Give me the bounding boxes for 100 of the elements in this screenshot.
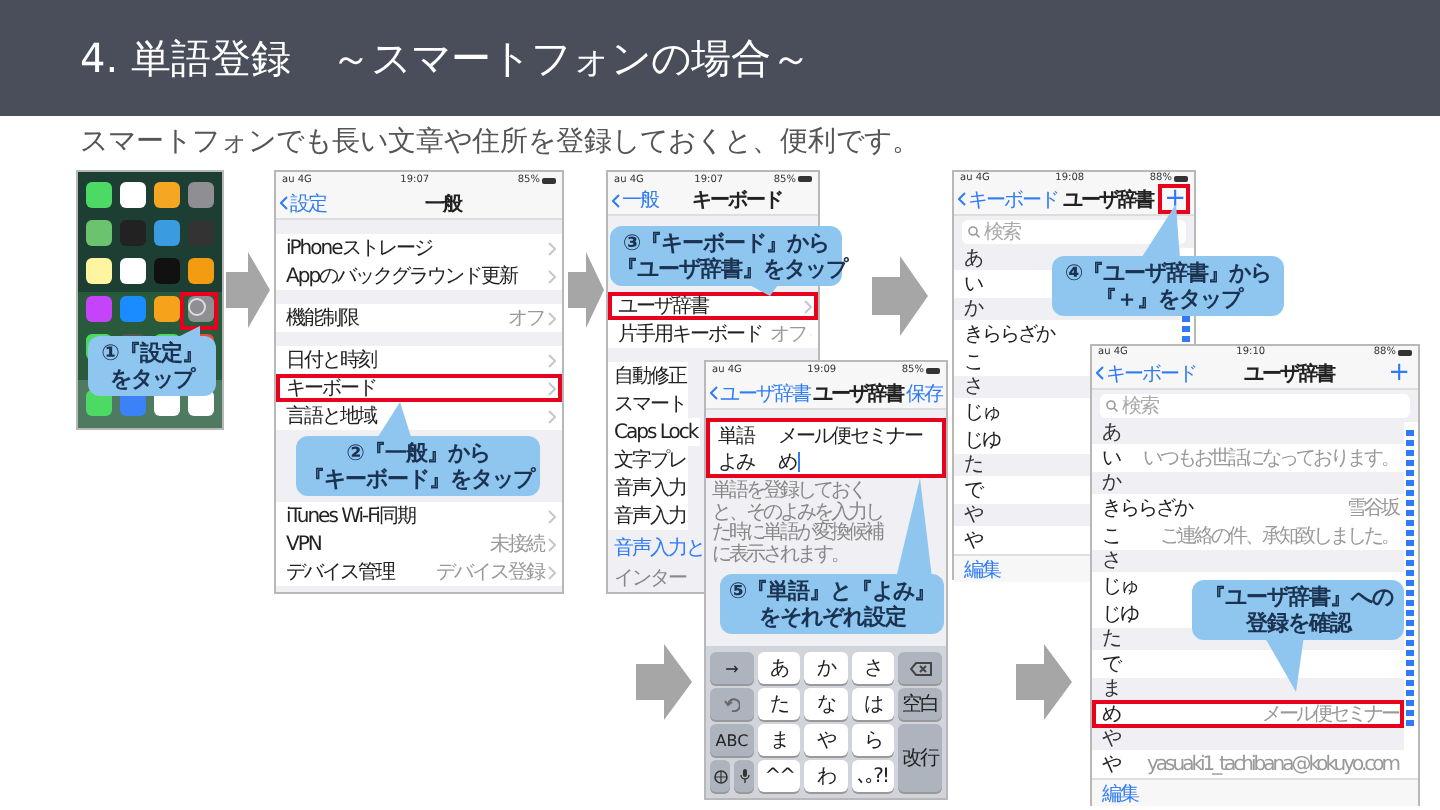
back-button[interactable]: 一般 <box>612 186 658 214</box>
key[interactable]: ^^ <box>758 760 801 792</box>
edit-button[interactable]: 編集 <box>964 555 1000 583</box>
row-label: 言語と地域 <box>286 403 376 430</box>
settings-row[interactable]: キーボード <box>276 374 562 402</box>
row-label: 片手用キーボード <box>618 321 762 348</box>
undo-icon <box>724 697 740 711</box>
battery-icon <box>1398 349 1412 355</box>
step-arrow <box>872 256 928 336</box>
slide-title: 4. 単語登録 ～スマートフォンの場合～ <box>80 31 811 85</box>
save-button[interactable]: 保存 <box>906 379 942 407</box>
battery-icon <box>542 177 556 183</box>
screen-title: 一般 <box>423 191 465 217</box>
step-arrow <box>568 252 604 328</box>
screen-title: ユーザ辞書 <box>1242 360 1338 387</box>
key[interactable]: ま <box>758 724 801 756</box>
globe-key[interactable] <box>710 760 730 792</box>
field-label: よみ <box>718 449 757 475</box>
settings-row[interactable]: 言語と地域 <box>276 402 562 430</box>
settings-row[interactable]: デバイス管理 デバイス登録 <box>276 558 562 586</box>
back-chevron-icon <box>710 386 718 400</box>
input-field[interactable]: め <box>778 447 800 475</box>
privacy-link[interactable]: 音声入力と <box>614 534 704 562</box>
add-button[interactable]: + <box>1382 358 1414 388</box>
row-label: iPhoneストレージ <box>286 236 432 262</box>
settings-row[interactable]: 日付と時刻 <box>276 346 562 374</box>
key[interactable]: や <box>804 724 848 756</box>
section-header: ま <box>1092 678 1404 700</box>
row-label: キーボード <box>286 376 376 402</box>
settings-row[interactable]: iPhoneストレージ <box>276 234 562 262</box>
entry-reading: や <box>964 528 982 554</box>
entry-word: メール便セミナー <box>1260 703 1398 725</box>
dictionary-entry[interactable]: め メール便セミナー <box>1092 700 1404 728</box>
key[interactable]: わ <box>804 760 848 792</box>
return-key[interactable]: 改行 <box>898 724 942 792</box>
screen-title: ユーザ辞書 <box>1061 186 1157 213</box>
callout-pointer <box>896 478 932 578</box>
back-chevron-icon <box>958 192 966 206</box>
entry-reading: こ <box>1102 524 1120 550</box>
battery-icon <box>798 176 812 182</box>
input-field[interactable]: メール便セミナー <box>778 421 922 449</box>
row-label: デバイス管理 <box>286 560 394 586</box>
settings-row[interactable]: Caps Lock <box>608 418 700 446</box>
key[interactable]: → <box>710 652 754 684</box>
back-button[interactable]: ユーザ辞書 <box>710 379 810 407</box>
entry-reading: じゅ <box>1102 574 1138 600</box>
footer-note: インター <box>614 566 686 592</box>
key[interactable]: ､｡?! <box>851 760 894 792</box>
settings-row[interactable]: 片手用キーボード オフ <box>608 320 818 348</box>
callout: ①『設定』 をタップ <box>88 336 216 396</box>
undo-key[interactable] <box>710 688 754 720</box>
settings-row[interactable]: Appのバックグラウンド更新 <box>276 262 562 290</box>
highlight-frame <box>180 292 218 330</box>
row-label: VPN <box>286 533 321 555</box>
row-label: ユーザ辞書 <box>618 293 708 320</box>
back-button[interactable]: 設定 <box>280 189 326 217</box>
key[interactable]: 空白 <box>898 688 942 720</box>
settings-row[interactable]: 機能制限 オフ <box>276 304 562 332</box>
section-header: さ <box>1092 550 1404 572</box>
add-button[interactable]: + <box>1158 184 1190 214</box>
key[interactable]: ABC <box>710 724 754 756</box>
key[interactable]: た <box>758 688 801 720</box>
back-chevron-icon <box>1096 366 1104 380</box>
row-label: 日付と時刻 <box>286 347 376 374</box>
key[interactable]: ら <box>851 724 894 756</box>
delete-key[interactable] <box>898 652 942 684</box>
row-label: 自動修正 <box>614 364 686 390</box>
chevron-icon <box>548 311 556 325</box>
key[interactable]: か <box>804 652 848 684</box>
battery-icon <box>1174 175 1188 181</box>
settings-row[interactable]: VPN 未接続 <box>276 530 562 558</box>
back-button[interactable]: キーボード <box>958 185 1058 213</box>
settings-row[interactable]: ユーザ辞書 <box>608 292 818 320</box>
row-label: 機能制限 <box>286 305 358 332</box>
key[interactable]: あ <box>758 652 801 684</box>
settings-row[interactable]: スマート <box>608 390 688 418</box>
settings-row[interactable]: 自動修正 <box>608 362 688 390</box>
globe-icon <box>713 769 727 783</box>
entry-reading: め <box>1102 702 1120 728</box>
microphone-icon <box>739 768 749 784</box>
entry-reading: じゅ <box>964 400 1000 426</box>
entry-word: yasuaki1_tachibana@kokuyo.com <box>1144 753 1398 775</box>
row-label: Appのバックグラウンド更新 <box>286 263 518 290</box>
key[interactable]: さ <box>851 652 894 684</box>
entry-reading: で <box>1102 652 1120 678</box>
step-arrow <box>1016 644 1072 720</box>
settings-row[interactable]: iTunes Wi-Fi同期 <box>276 502 562 530</box>
screen-title: キーボード <box>690 188 784 214</box>
entry-reading: で <box>964 478 982 504</box>
row-value: デバイス登録 <box>436 560 544 586</box>
row-value: オフ <box>770 322 806 348</box>
edit-button[interactable]: 編集 <box>1102 779 1138 807</box>
key[interactable]: は <box>851 688 894 720</box>
hint-text: 単語を登録しておくと、そのよみを入力した時に単語が変換候補に表示されます。 <box>712 482 885 566</box>
key[interactable]: な <box>804 688 848 720</box>
entry-reading: こ <box>964 350 982 376</box>
row-label: スマート <box>614 392 686 418</box>
mic-key[interactable] <box>734 760 754 792</box>
battery-icon <box>926 367 940 373</box>
entry-reading: じゆ <box>1102 602 1138 628</box>
